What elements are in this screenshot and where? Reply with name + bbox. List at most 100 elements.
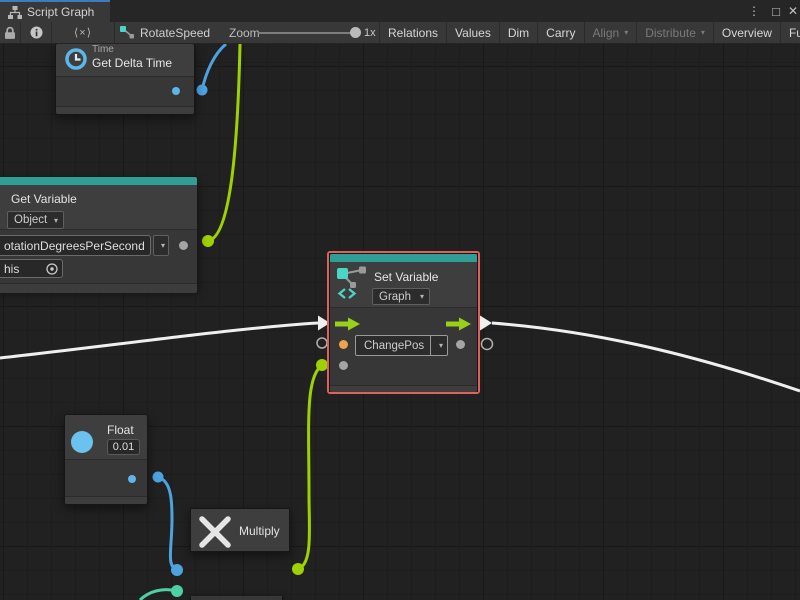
control-wire-right — [492, 323, 800, 391]
output-port[interactable] — [128, 475, 136, 483]
control-wire-left — [0, 323, 318, 358]
float-value-input[interactable]: 0.01 — [107, 439, 140, 455]
node-header: Time Get Delta Time — [56, 44, 194, 76]
node-body — [56, 76, 194, 106]
chevron-down-icon: ▾ — [54, 216, 58, 225]
proxy-port-right — [482, 339, 493, 350]
target-field[interactable]: his — [0, 259, 63, 278]
node-title: Get Variable — [11, 192, 77, 206]
tab-script-graph[interactable]: Script Graph — [0, 0, 110, 22]
node-get-delta-time[interactable]: Time Get Delta Time — [55, 44, 195, 115]
code-icon: ⟨×⟩ — [74, 26, 92, 39]
node-footer — [56, 106, 194, 114]
align-button[interactable]: Align▾ — [584, 22, 637, 43]
variable-name-dropdown[interactable]: ChangePos ▾ — [355, 335, 448, 356]
multiply-icon — [197, 515, 233, 549]
relations-button[interactable]: Relations — [379, 22, 446, 43]
clock-icon — [63, 45, 89, 71]
chevron-down-icon: ▾ — [439, 341, 443, 350]
wire-float-value — [158, 477, 177, 570]
node-multiply[interactable]: Multiply — [190, 508, 290, 552]
wire-end-dot — [197, 85, 208, 96]
zoom-value: 1x — [364, 22, 376, 43]
node-footer — [65, 496, 147, 504]
wire-get-variable — [208, 44, 240, 241]
node-body — [65, 459, 147, 496]
node-accent-strip — [0, 177, 197, 185]
graph-name: RotateSpeed — [140, 26, 210, 40]
lock-icon — [4, 26, 16, 40]
tab-bar: Script Graph ⋮ □ ✕ — [0, 0, 800, 22]
visual-scripting-window: Script Graph ⋮ □ ✕ ⟨×⟩ RotateSpeed Zoom — [0, 0, 800, 600]
selection-outline: Set Variable Graph ▾ ChangePos — [327, 251, 480, 394]
node-title: Get Delta Time — [92, 56, 172, 70]
tab-title: Script Graph — [27, 5, 94, 19]
graph-variable-icon — [336, 266, 370, 300]
inspector-button[interactable] — [21, 22, 51, 43]
full-screen-button[interactable]: Full Screen — [780, 22, 800, 43]
variable-name-dropdown[interactable]: ▾ — [153, 235, 169, 256]
variable-scope-dropdown[interactable]: Object ▾ — [7, 211, 64, 229]
wire-multiply-result — [298, 365, 322, 569]
graph-icon — [8, 6, 22, 19]
wire-end-dot — [171, 564, 183, 576]
flow-input-port[interactable] — [335, 317, 361, 331]
variable-name-field[interactable]: otationDegreesPerSecond — [0, 235, 151, 256]
node-footer — [0, 283, 197, 293]
zoom-label: Zoom — [229, 22, 260, 43]
float-icon — [71, 431, 93, 453]
values-button[interactable]: Values — [446, 22, 499, 43]
toolbar-separator — [114, 22, 115, 43]
wire-end-dot — [171, 585, 183, 597]
node-body: ChangePos ▾ — [330, 307, 477, 385]
value-input-port[interactable] — [339, 361, 348, 370]
kebab-menu-icon[interactable]: ⋮ — [748, 0, 760, 22]
node-header: Set Variable Graph ▾ — [330, 262, 477, 307]
chevron-down-icon: ▾ — [624, 28, 628, 37]
control-arrowhead-out — [480, 316, 492, 331]
maximize-icon[interactable]: □ — [768, 0, 784, 22]
output-port[interactable] — [456, 340, 465, 349]
node-multiply-body[interactable]: A A × B B — [190, 596, 283, 600]
distribute-button[interactable]: Distribute▾ — [636, 22, 713, 43]
zoom-slider-track[interactable] — [258, 32, 353, 34]
proxy-port-left — [317, 338, 327, 348]
node-float-literal[interactable]: Float 0.01 — [64, 414, 148, 505]
variable-name-port[interactable] — [339, 340, 348, 349]
node-title: Set Variable — [374, 270, 438, 284]
object-picker-icon[interactable] — [45, 262, 59, 276]
node-body: otationDegreesPerSecond ▾ his — [0, 229, 197, 281]
lock-button[interactable] — [0, 22, 20, 43]
code-preview-button[interactable]: ⟨×⟩ — [52, 22, 114, 43]
node-title: Float — [107, 423, 134, 437]
wire-end-dot — [292, 563, 304, 575]
node-category: Time — [92, 44, 114, 55]
node-set-variable[interactable]: Set Variable Graph ▾ ChangePos — [329, 253, 478, 392]
node-header: Get Variable Object ▾ — [0, 185, 197, 229]
toolbar-buttons: Relations Values Dim Carry Align▾ Distri… — [379, 22, 800, 43]
chevron-down-icon: ▾ — [420, 292, 424, 301]
chevron-down-icon: ▾ — [161, 241, 165, 250]
graph-breadcrumb[interactable]: RotateSpeed — [120, 22, 210, 43]
overview-button[interactable]: Overview — [713, 22, 780, 43]
node-header: Float 0.01 — [65, 415, 147, 459]
carry-button[interactable]: Carry — [537, 22, 583, 43]
node-accent-strip — [330, 254, 477, 262]
close-icon[interactable]: ✕ — [786, 0, 800, 22]
node-title: Multiply — [239, 524, 280, 538]
node-footer — [330, 385, 477, 392]
script-graph-asset-icon — [120, 26, 134, 39]
wire-end-dot — [153, 472, 164, 483]
wire-end-dot — [202, 235, 214, 247]
graph-canvas[interactable]: Time Get Delta Time Get Variable Object … — [0, 44, 800, 600]
flow-output-port[interactable] — [446, 317, 472, 331]
variable-scope-dropdown[interactable]: Graph ▾ — [372, 288, 430, 305]
wire-delta-time — [202, 44, 226, 90]
zoom-slider-handle[interactable] — [350, 27, 361, 38]
dim-button[interactable]: Dim — [499, 22, 537, 43]
output-port[interactable] — [172, 87, 180, 95]
output-port[interactable] — [179, 241, 188, 250]
info-icon — [30, 26, 43, 39]
node-get-variable[interactable]: Get Variable Object ▾ otationDegreesPerS… — [0, 176, 198, 289]
chevron-down-icon: ▾ — [701, 28, 705, 37]
